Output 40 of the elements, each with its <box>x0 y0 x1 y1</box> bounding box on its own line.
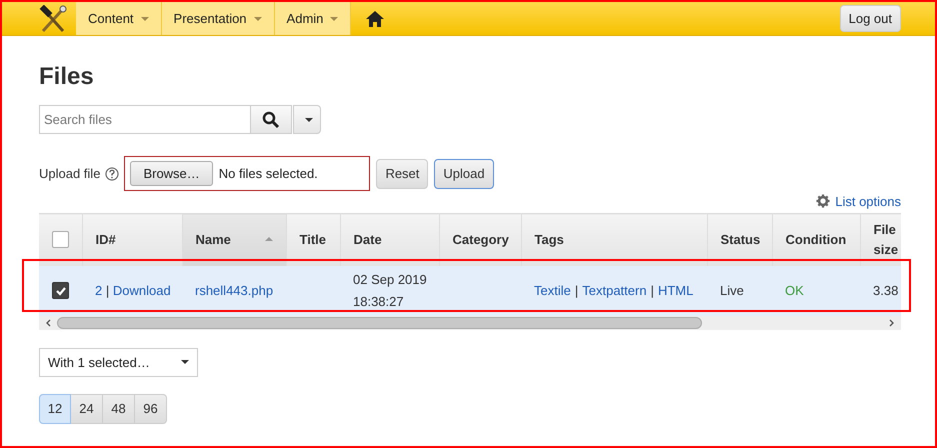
tag-link[interactable]: Textpattern <box>582 283 647 298</box>
column-header[interactable]: Title <box>286 214 340 266</box>
column-header[interactable]: Category <box>439 214 521 266</box>
separator: | <box>650 283 654 298</box>
separator: | <box>574 283 578 298</box>
status-cell: Live <box>720 283 744 298</box>
condition-cell: OK <box>785 283 804 298</box>
file-field[interactable]: Browse… No files selected. <box>124 156 370 191</box>
column-header[interactable]: Tags <box>521 214 707 266</box>
date-cell-text: 02 Sep 2019 18:38:27 <box>353 270 427 310</box>
bulk-action-select[interactable]: With 1 selected… <box>39 348 198 376</box>
list-options-link[interactable]: List options <box>816 192 901 210</box>
logout-button[interactable]: Log out <box>840 5 901 32</box>
page-size-button[interactable]: 24 <box>71 394 103 424</box>
column-header[interactable]: Status <box>707 214 772 266</box>
file-size-cell: 3.38 <box>873 283 898 298</box>
id-link[interactable]: 2 <box>95 283 102 298</box>
column-header[interactable]: ID# <box>82 214 182 266</box>
browse-button[interactable]: Browse… <box>130 161 213 186</box>
column-header[interactable]: Name <box>182 214 286 266</box>
file-status: No files selected. <box>218 166 318 181</box>
search-field[interactable]: Search files <box>39 105 251 134</box>
upload-label: Upload file <box>39 166 100 181</box>
column-header[interactable]: Condition <box>772 214 860 266</box>
nav-menu[interactable]: Presentation <box>162 2 275 35</box>
table-row[interactable]: 2 | Download rshell443.php 02 Sep 2019 18:38:27 Textile | Textpattern | HTML Live OK 3.38 <box>39 266 901 316</box>
page-size-button[interactable]: 12 <box>39 394 71 424</box>
upload-action-button[interactable]: Reset <box>376 158 428 188</box>
nav-menu[interactable]: Content <box>76 2 162 35</box>
page-size-button[interactable]: 48 <box>103 394 135 424</box>
tag-link[interactable]: HTML <box>658 283 694 298</box>
tag-link[interactable]: Textile <box>534 283 571 298</box>
separator: | <box>106 283 110 298</box>
column-header[interactable]: Date <box>340 214 439 266</box>
nav-menu[interactable]: Admin <box>274 2 352 35</box>
page-title: Files <box>39 63 95 91</box>
upload-action-button[interactable]: Upload <box>434 158 494 188</box>
column-header[interactable]: File size <box>860 214 901 266</box>
page-size-button[interactable]: 96 <box>135 394 167 424</box>
download-link[interactable]: Download <box>112 283 171 298</box>
